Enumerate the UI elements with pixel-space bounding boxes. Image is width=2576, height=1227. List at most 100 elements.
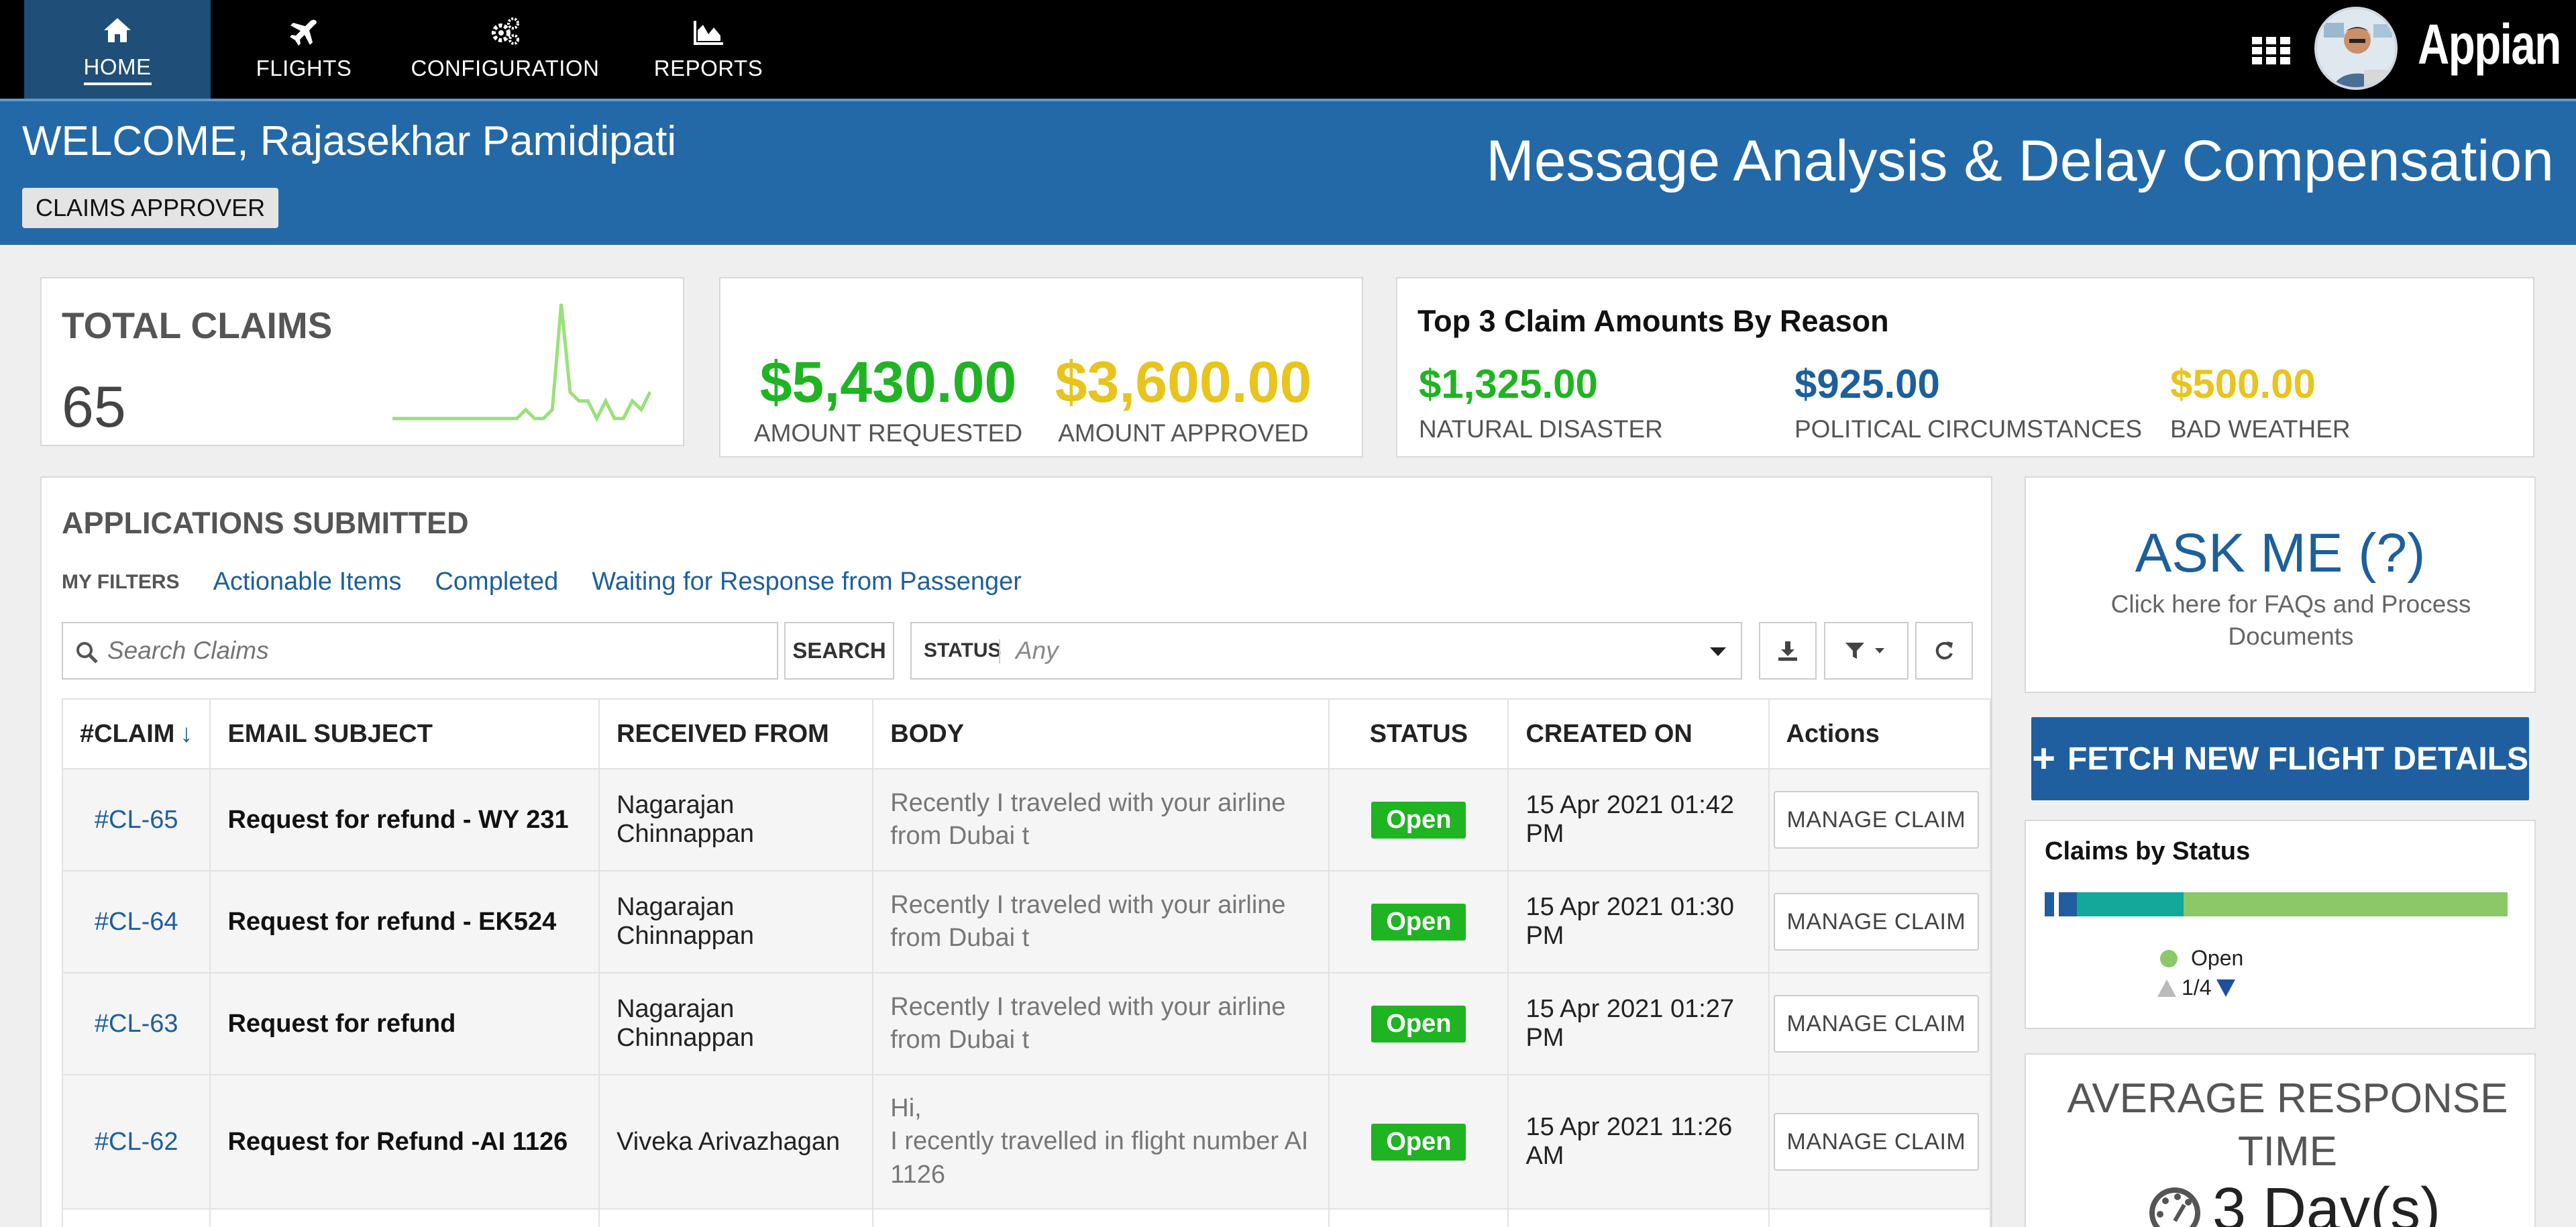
status-separator [999,639,1000,663]
appian-logo: Appian [2418,13,2561,76]
user-avatar[interactable] [2314,7,2398,90]
status-badge: Open [1371,903,1466,941]
reason-value: $1,325.00 [1419,362,1598,407]
app-title: Message Analysis & Delay Compensation [1486,129,2554,193]
pager-down-icon[interactable] [2216,979,2236,997]
average-response-value: 3 Day(s) [2212,1176,2441,1227]
status-dropdown[interactable]: STATUS Any [910,622,1742,680]
average-response-value-wrap: 3 Day(s) [2147,1175,2440,1227]
col-created-on[interactable]: CREATED ON [1507,698,1770,769]
status-bar-segment[interactable] [2045,892,2054,916]
app-grid-icon[interactable] [2252,37,2291,65]
nav-configuration-label: CONFIGURATION [411,55,600,81]
created-on: 15 Apr 2021 01:30 PM [1507,870,1770,973]
filter-button[interactable] [1824,622,1909,680]
table-row: #CL-65 Request for refund - WY 231 Nagar… [61,768,1992,871]
manage-claim-button[interactable]: MANAGE CLAIM [1773,791,1980,849]
claims-by-status-title: Claims by Status [2045,837,2251,865]
filter-actionable-items[interactable]: Actionable Items [213,568,402,596]
reason-bad-weather: $500.00 BAD WEATHER [2170,364,2351,443]
status-badge: Open [1371,1005,1466,1043]
status-badge: Open [1371,1123,1466,1161]
email-body: Recently I traveled with your airline fr… [872,768,1330,871]
sort-arrow-icon: ↓ [180,719,193,748]
pager-up-icon[interactable] [2157,979,2176,997]
welcome-banner: WELCOME, Rajasekhar Pamidipati CLAIMS AP… [0,99,2576,245]
reason-label: POLITICAL CIRCUMSTANCES [1794,415,2143,443]
plane-icon [290,19,317,46]
status-badge: Open [1371,801,1466,839]
created-on: 15 Apr 2021 11:26 AM [1507,1074,1770,1210]
filter-icon [1845,643,1884,659]
status-bar-segment[interactable] [2053,892,2059,916]
download-button[interactable] [1759,622,1817,680]
col-email-subject[interactable]: EMAIL SUBJECT [209,698,600,769]
claims-by-status-card: Claims by Status Open 1/4 [2025,820,2536,1029]
manage-claim-button[interactable]: MANAGE CLAIM [1773,1113,1980,1171]
amount-requested-label: AMOUNT REQUESTED [753,419,1023,447]
received-from: Nagarajan Chinnappan [598,768,874,871]
table-row: #CL-64 Request for refund - EK524 Nagara… [61,870,1992,973]
fetch-button-label: FETCH NEW FLIGHT DETAILS [2068,741,2529,777]
col-claim[interactable]: #CLAIM ↓ [61,698,211,769]
nav-home-label: HOME [83,54,152,85]
col-status[interactable]: STATUS [1328,698,1509,769]
amount-requested: $5,430.00 AMOUNT REQUESTED [747,354,1029,447]
status-bar-segment[interactable] [2058,892,2078,916]
amount-approved: $3,600.00 AMOUNT APPROVED [1042,354,1324,447]
col-received-from[interactable]: RECEIVED FROM [598,698,874,769]
claim-id-link[interactable]: #CL-62 [95,1128,178,1156]
top3-title: Top 3 Claim Amounts By Reason [1417,304,1889,338]
filters-label: MY FILTERS [62,570,180,593]
nav-configuration[interactable]: CONFIGURATION [402,0,608,99]
claim-id-link[interactable]: #CL-65 [95,806,178,834]
col-body[interactable]: BODY [872,698,1330,769]
amount-approved-value: $3,600.00 [1055,350,1312,415]
email-subject: Request for refund - EK524 [209,870,600,973]
applications-title: APPLICATIONS SUBMITTED [62,506,469,540]
refresh-button[interactable] [1915,622,1973,680]
user-avatar-icon [2317,9,2395,87]
col-actions: Actions [1768,698,1992,769]
search-claims-box [62,622,778,680]
filter-waiting-response[interactable]: Waiting for Response from Passenger [592,568,1022,596]
legend-open-label: Open [2191,946,2244,970]
table-row: #CL-62 Request for Refund -AI 1126 Vivek… [61,1074,1992,1210]
welcome-text: WELCOME, Rajasekhar Pamidipati [22,118,677,164]
dashboard-gauge-icon [2149,1187,2200,1227]
nav-flights[interactable]: FLIGHTS [228,0,380,99]
top3-claims-card: Top 3 Claim Amounts By Reason $1,325.00 … [1396,277,2534,458]
claim-id-link[interactable]: #CL-64 [95,908,178,936]
search-button[interactable]: SEARCH [784,622,894,680]
applications-card: APPLICATIONS SUBMITTED MY FILTERS Action… [40,476,1992,1227]
table-row: #CL-63 Request for refund Nagarajan Chin… [61,972,1992,1075]
claim-id-link[interactable]: #CL-63 [95,1010,178,1038]
legend-pager: 1/4 [2157,975,2236,1000]
status-bar-segment[interactable] [2077,892,2184,916]
search-claims-input[interactable] [107,623,771,678]
email-body: Recently I traveled with your airline fr… [872,972,1330,1075]
status-bar-segment[interactable] [2183,892,2508,916]
total-claims-value: 65 [62,375,126,439]
ask-me-card[interactable]: ASK ME (?) Click here for FAQs and Proce… [2025,476,2536,693]
reason-political-circumstances: $925.00 POLITICAL CIRCUMSTANCES [1794,364,2142,443]
sparkline-path [392,303,652,423]
reason-value: $500.00 [2170,362,2316,407]
nav-reports-label: REPORTS [653,55,763,81]
nav-home[interactable]: HOME [24,0,211,99]
manage-claim-button[interactable]: MANAGE CLAIM [1773,893,1980,951]
reason-natural-disaster: $1,325.00 NATURAL DISASTER [1419,364,1663,443]
nav-reports[interactable]: REPORTS [635,0,782,99]
top-navigation: HOME FLIGHTS CONFIGURATION REPORTS Appia… [0,0,2576,99]
col-claim-label: #CLAIM [80,719,175,748]
fetch-flight-details-button[interactable]: + FETCH NEW FLIGHT DETAILS [2031,717,2529,800]
email-subject: Request for refund [209,972,600,1075]
filter-completed[interactable]: Completed [435,568,558,596]
manage-claim-button[interactable]: MANAGE CLAIM [1773,995,1980,1053]
gears-icon [492,17,519,45]
claims-status-bar [2045,892,2508,916]
amounts-card: $5,430.00 AMOUNT REQUESTED $3,600.00 AMO… [719,277,1363,458]
area-chart-icon [694,20,723,45]
refresh-icon [1935,641,1953,659]
created-on: 15 Apr 2021 01:42 PM [1507,768,1770,871]
